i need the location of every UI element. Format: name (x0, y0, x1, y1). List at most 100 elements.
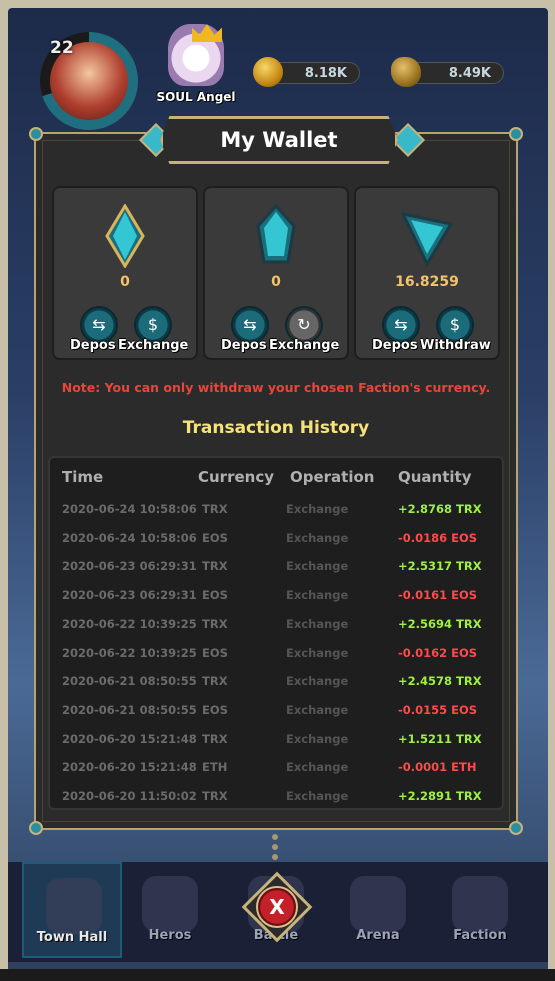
row-currency: TRX (202, 731, 228, 746)
row-currency: TRX (202, 674, 228, 689)
row-quantity: +2.4578 TRX (398, 674, 482, 689)
currency-card-eth: 0 ⇆ ↻ Depos Exchange (203, 186, 349, 360)
deposit-label: Depos (372, 338, 418, 353)
corner-gem-icon (29, 821, 43, 835)
row-time: 2020-06-23 06:29:31 (62, 588, 197, 603)
nav-arena[interactable]: Arena (328, 862, 428, 958)
column-header-currency: Currency (198, 468, 275, 486)
corner-gem-icon (29, 127, 43, 141)
close-button[interactable]: X (256, 886, 298, 928)
row-operation: Exchange (286, 702, 349, 717)
currency-card-trx: 16.8259 ⇆ $ Depos Withdraw (354, 186, 500, 360)
row-time: 2020-06-21 08:50:55 (62, 702, 197, 717)
gold-coin-icon (253, 57, 283, 87)
nav-label: Arena (356, 928, 400, 943)
row-quantity: -0.0162 EOS (398, 645, 478, 660)
row-currency: EOS (202, 702, 228, 717)
row-operation: Exchange (286, 559, 349, 574)
table-row: 2020-06-20 15:21:48 ETH Exchange -0.0001 ET… (50, 754, 502, 782)
nav-heros[interactable]: Heros (120, 862, 220, 958)
corner-gem-icon (509, 127, 523, 141)
row-currency: TRX (202, 789, 228, 803)
ore-icon (391, 57, 421, 87)
nav-faction[interactable]: Faction (430, 862, 530, 958)
bottom-strip (0, 969, 555, 981)
row-time: 2020-06-23 06:29:31 (62, 559, 197, 574)
row-operation: Exchange (286, 502, 349, 516)
row-quantity: +2.5317 TRX (398, 559, 482, 574)
arena-icon (350, 876, 406, 932)
nav-town-hall[interactable]: Town Hall (22, 862, 122, 958)
currency-card-eos: 0 ⇆ $ Depos Exchange (52, 186, 198, 360)
nav-label: Faction (453, 928, 507, 943)
ore-amount: 8.49K (448, 66, 491, 81)
table-row: 2020-06-22 10:39:25 TRX Exchange +2.5694 TR… (50, 611, 502, 639)
table-row: 2020-06-20 15:21:48 TRX Exchange +1.5211 TR… (50, 726, 502, 754)
column-header-operation: Operation (290, 468, 375, 486)
table-row: 2020-06-24 10:58:06 EOS Exchange -0.0186 EO… (50, 525, 502, 553)
withdraw-label: Withdraw (420, 338, 491, 353)
gold-counter[interactable]: 8.18K (253, 57, 360, 87)
row-quantity: -0.0155 EOS (398, 702, 478, 717)
player-level: 22 (50, 38, 74, 58)
row-operation: Exchange (286, 530, 349, 545)
table-row: 2020-06-21 08:50:55 TRX Exchange +2.4578 TR… (50, 668, 502, 696)
gold-amount: 8.18K (304, 66, 347, 81)
row-currency: EOS (202, 530, 228, 545)
row-time: 2020-06-20 11:50:02 (62, 789, 197, 803)
currency-amount: 0 (271, 274, 281, 290)
history-title: Transaction History (182, 418, 370, 438)
row-quantity: +1.5211 TRX (398, 731, 482, 746)
row-currency: ETH (202, 760, 228, 775)
corner-gem-icon (509, 821, 523, 835)
faction-banner-icon (452, 876, 508, 932)
table-row: 2020-06-23 06:29:31 EOS Exchange -0.0161 EO… (50, 582, 502, 610)
row-time: 2020-06-22 10:39:25 (62, 616, 197, 631)
row-quantity: +2.5694 TRX (398, 616, 482, 631)
wallet-title: My Wallet (220, 128, 338, 152)
row-operation: Exchange (286, 674, 349, 689)
row-currency: EOS (202, 588, 228, 603)
exchange-label: Exchange (269, 338, 340, 353)
table-row: 2020-06-22 10:39:25 EOS Exchange -0.0162 EO… (50, 640, 502, 668)
row-time: 2020-06-20 15:21:48 (62, 731, 197, 746)
row-time: 2020-06-21 08:50:55 (62, 674, 197, 689)
row-operation: Exchange (286, 645, 349, 660)
exchange-label: Exchange (118, 338, 189, 353)
row-operation: Exchange (286, 789, 349, 803)
eth-gem-icon (256, 204, 296, 264)
withdraw-note: Note: You can only withdraw your chosen … (61, 380, 491, 395)
nav-label: Town Hall (36, 930, 108, 945)
panel-connector (272, 834, 280, 864)
table-row: 2020-06-20 11:50:02 TRX Exchange +2.2891 TR… (50, 783, 502, 811)
nav-label: Heros (148, 928, 192, 943)
row-quantity: -0.0186 EOS (398, 530, 478, 545)
currency-amount: 16.8259 (395, 274, 459, 290)
table-row: 2020-06-23 06:29:31 TRX Exchange +2.5317 TR… (50, 553, 502, 581)
row-currency: TRX (202, 559, 228, 574)
row-quantity: +2.2891 TRX (398, 789, 482, 803)
eos-gem-icon (105, 204, 145, 268)
row-time: 2020-06-22 10:39:25 (62, 645, 197, 660)
deposit-label: Depos (70, 338, 116, 353)
row-time: 2020-06-20 15:21:48 (62, 760, 197, 775)
row-currency: TRX (202, 616, 228, 631)
transaction-table[interactable]: Time Currency Operation Quantity 2020-06… (48, 456, 504, 810)
deposit-label: Depos (221, 338, 267, 353)
column-header-quantity: Quantity (398, 468, 472, 486)
row-operation: Exchange (286, 760, 349, 775)
row-time: 2020-06-24 10:58:06 (62, 530, 197, 545)
hero-name: SOUL Angel (156, 90, 236, 104)
table-row: 2020-06-21 08:50:55 EOS Exchange -0.0155 EO… (50, 697, 502, 725)
table-row: 2020-06-24 10:58:06 TRX Exchange +2.8768 TR… (50, 496, 502, 524)
column-header-time: Time (62, 468, 104, 486)
close-wallet[interactable]: X (238, 868, 316, 946)
row-quantity: -0.0161 EOS (398, 588, 478, 603)
row-currency: EOS (202, 645, 228, 660)
ore-counter[interactable]: 8.49K (391, 57, 504, 87)
row-operation: Exchange (286, 731, 349, 746)
row-quantity: -0.0001 ETH (398, 760, 477, 775)
row-quantity: +2.8768 TRX (398, 502, 482, 516)
castle-icon (46, 878, 102, 934)
row-time: 2020-06-24 10:58:06 (62, 502, 197, 516)
